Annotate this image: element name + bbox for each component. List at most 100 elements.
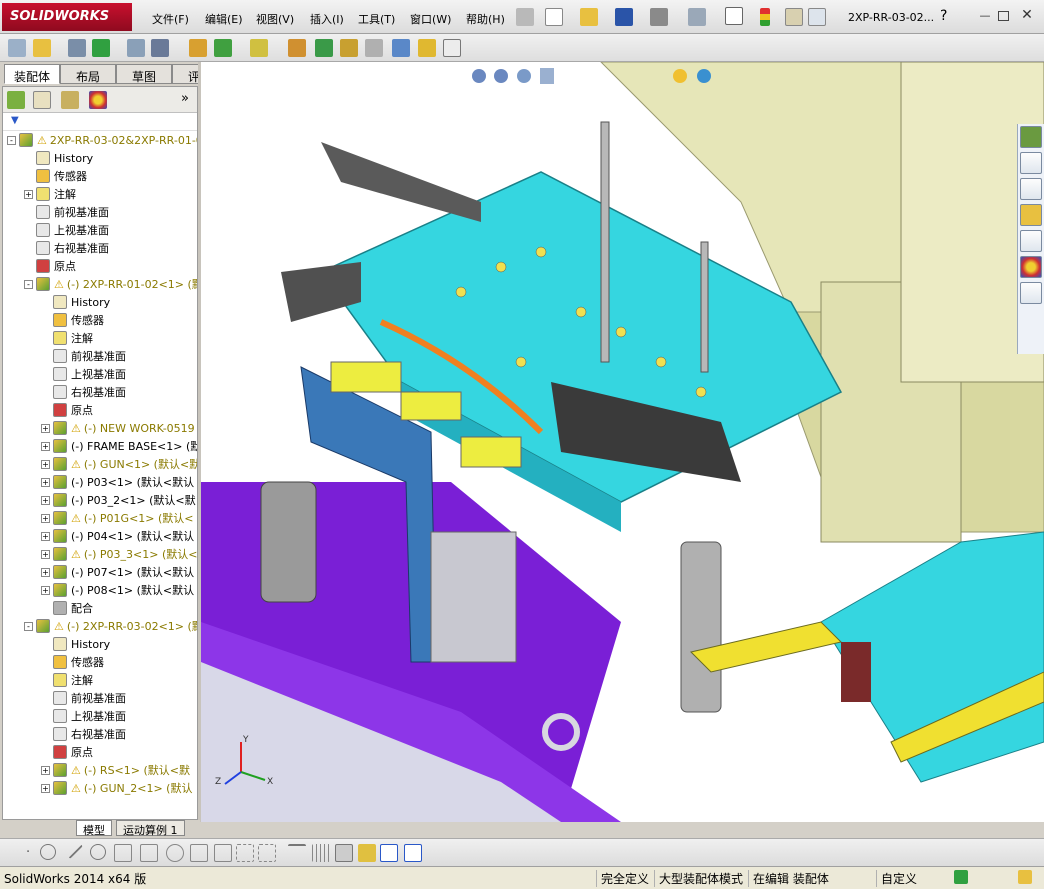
tree-node[interactable]: + (-) P03<1> (默认<默认 [41, 473, 194, 491]
tree-expand-toggle[interactable]: + [41, 765, 50, 775]
mate-tool-icon[interactable] [68, 39, 86, 57]
tree-expand-toggle[interactable]: + [41, 585, 50, 595]
tree-node[interactable]: + (-) FRAME BASE<1> (默 [41, 437, 197, 455]
scene-icon[interactable] [697, 69, 711, 83]
help-status-icon[interactable] [954, 870, 968, 884]
expand-panel-icon[interactable]: » [181, 91, 189, 106]
tree-expand-toggle[interactable]: + [41, 549, 50, 559]
construction-icon[interactable] [140, 844, 158, 862]
tab-layout[interactable]: 布局 [60, 64, 116, 84]
appearances-icon[interactable] [1020, 256, 1042, 278]
configuration-manager-tab-icon[interactable] [61, 91, 79, 109]
tree-node[interactable]: 前视基准面 [41, 347, 126, 365]
tree-node[interactable]: + (-) P07<1> (默认<默认 [41, 563, 194, 581]
tree-node[interactable]: + (-) P04<1> (默认<默认 [41, 527, 194, 545]
tree-expand-toggle[interactable]: + [41, 477, 50, 487]
property-manager-tab-icon[interactable] [33, 91, 51, 109]
tree-expand-toggle[interactable]: - [7, 135, 16, 145]
open-folder-icon[interactable] [580, 8, 598, 26]
tree-node[interactable]: History [41, 635, 110, 653]
display-manager-tab-icon[interactable] [89, 91, 107, 109]
menu-view[interactable]: 视图(V) [256, 11, 294, 27]
solidworks-logo[interactable]: SOLIDWORKS [2, 3, 132, 31]
tree-node[interactable]: 原点 [41, 401, 93, 419]
linear-pattern-icon[interactable] [92, 39, 110, 57]
section-view-icon[interactable] [540, 68, 554, 84]
tree-expand-toggle[interactable]: - [24, 621, 33, 631]
tree-node[interactable]: History [41, 293, 110, 311]
tree-expand-toggle[interactable]: - [24, 279, 33, 289]
tree-node[interactable]: + ⚠ (-) GUN<1> (默认<默 [41, 455, 197, 473]
assembly-model-view[interactable]: Y X Z [201, 62, 1044, 822]
zoom-to-fit-icon[interactable] [472, 69, 486, 83]
smart-fasteners-icon[interactable] [127, 39, 145, 57]
design-library-icon[interactable] [1020, 178, 1042, 200]
assembly-tool-icon[interactable] [8, 39, 26, 57]
instant3d-icon[interactable] [418, 39, 436, 57]
home-icon[interactable] [1020, 152, 1042, 174]
pin-icon[interactable] [516, 8, 534, 26]
previous-view-icon[interactable] [517, 69, 531, 83]
tree-node[interactable]: 上视基准面 [41, 707, 126, 725]
restore-icon[interactable] [998, 11, 1009, 21]
tree-node[interactable]: - ⚠ (-) 2XP-RR-03-02<1> (默 [24, 617, 197, 635]
tree-expand-toggle[interactable]: + [41, 567, 50, 577]
horizontal-icon[interactable] [288, 844, 306, 862]
resources-icon[interactable] [1020, 126, 1042, 148]
large-design-review-icon[interactable] [443, 39, 461, 57]
custom-properties-icon[interactable] [1020, 282, 1042, 304]
minimize-icon[interactable]: — [978, 10, 992, 22]
save-icon[interactable] [615, 8, 633, 26]
tree-node[interactable]: + ⚠ (-) NEW WORK-0519 [41, 419, 195, 437]
tree-expand-toggle[interactable]: + [41, 423, 50, 433]
tree-node[interactable]: 右视基准面 [41, 383, 126, 401]
exploded-view-icon[interactable] [340, 39, 358, 57]
show-hidden-icon[interactable] [189, 39, 207, 57]
trim-icon[interactable] [114, 844, 132, 862]
tab-sketch[interactable]: 草图 [116, 64, 172, 84]
tree-node[interactable]: 传感器 [24, 167, 87, 185]
tab-motion-study[interactable]: 运动算例 1 [116, 820, 185, 837]
mirror-icon[interactable] [214, 844, 232, 862]
new-document-icon[interactable] [545, 8, 563, 26]
rebuild-traffic-light-icon[interactable] [760, 8, 770, 26]
menu-window[interactable]: 窗口(W) [410, 11, 451, 27]
tree-node[interactable]: - ⚠ 2XP-RR-03-02&2XP-RR-01-02 [7, 131, 197, 149]
grid-icon[interactable] [312, 844, 330, 862]
tree-node[interactable]: + ⚠ (-) RS<1> (默认<默 [41, 761, 190, 779]
menu-insert[interactable]: 插入(I) [310, 11, 344, 27]
block-icon[interactable] [358, 844, 376, 862]
menu-file[interactable]: 文件(F) [152, 11, 189, 27]
file-explorer-icon[interactable] [1020, 204, 1042, 226]
reference-geometry-icon[interactable] [250, 39, 268, 57]
undo-icon[interactable] [688, 8, 706, 26]
tree-node[interactable]: History [24, 149, 93, 167]
move-component-icon[interactable] [151, 39, 169, 57]
table-icon[interactable] [335, 844, 353, 862]
graphics-viewport[interactable]: Y X Z [201, 62, 1044, 822]
tree-node[interactable]: 传感器 [41, 311, 104, 329]
zoom-area-icon[interactable] [494, 69, 508, 83]
close-icon[interactable]: ✕ [1020, 8, 1034, 22]
tree-expand-toggle[interactable]: + [41, 495, 50, 505]
filter-icon[interactable]: ▼ [11, 115, 19, 126]
assembly-features-icon[interactable] [214, 39, 232, 57]
point-icon[interactable]: · [26, 845, 30, 860]
feature-manager-tab-icon[interactable] [7, 91, 25, 109]
tree-node[interactable]: + 注解 [24, 185, 76, 203]
tree-expand-toggle[interactable]: + [24, 189, 33, 199]
arc-icon[interactable] [166, 844, 184, 862]
tree-expand-toggle[interactable]: + [41, 783, 50, 793]
edit-note-icon[interactable] [1018, 870, 1032, 884]
appearance-icon[interactable] [673, 69, 687, 83]
explode-line-icon[interactable] [365, 39, 383, 57]
tree-node[interactable]: 注解 [41, 329, 93, 347]
menu-edit[interactable]: 编辑(E) [205, 11, 243, 27]
layout-icon[interactable] [380, 844, 398, 862]
offset-icon[interactable] [190, 844, 208, 862]
smart-dimension-icon[interactable] [258, 844, 276, 862]
tree-node[interactable]: 原点 [41, 743, 93, 761]
tree-node[interactable]: 上视基准面 [41, 365, 126, 383]
bill-of-materials-icon[interactable] [315, 39, 333, 57]
print-icon[interactable] [650, 8, 668, 26]
